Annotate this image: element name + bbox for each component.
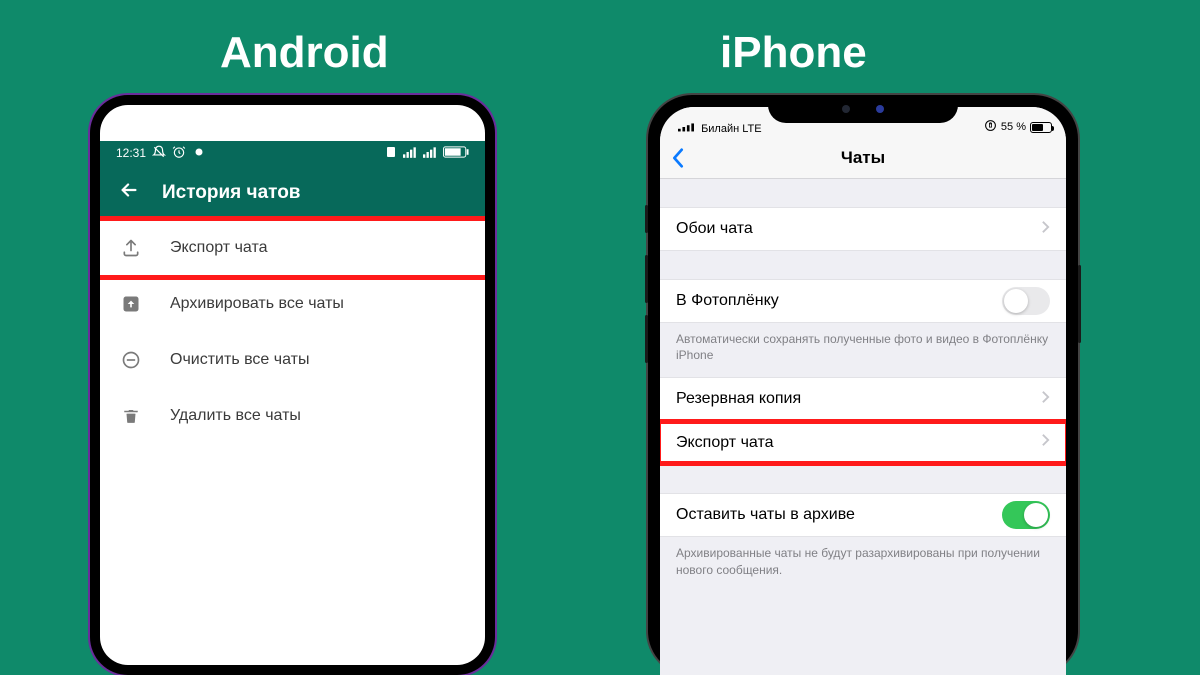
ios-nav-bar: Чаты [660,137,1066,179]
signal-2-icon [423,146,437,161]
alarm-icon [172,145,186,162]
sync-icon [192,145,206,162]
row-label: Экспорт чата [676,434,774,452]
android-header: История чатов [100,165,485,220]
item-clear-all[interactable]: Очистить все чаты [100,332,485,388]
upload-icon [120,237,142,259]
volume-up-button [645,255,648,303]
clear-icon [120,349,142,371]
android-screen: 12:31 [100,105,485,665]
archive-icon [120,293,142,315]
iphone-frame: Билайн LTE 55 % Чаты Обои чата [648,95,1078,675]
spacer [660,465,1066,493]
volume-down-button [645,315,648,363]
nav-title: Чаты [841,148,885,168]
iphone-notch [768,95,958,123]
item-label: Очистить все чаты [170,351,309,369]
row-label: Резервная копия [676,390,801,408]
signal-icon [403,146,417,161]
heading-iphone: iPhone [720,28,867,78]
item-label: Архивировать все чаты [170,295,344,313]
section-footer: Автоматически сохранять полученные фото … [660,323,1066,377]
row-backup[interactable]: Резервная копия [660,377,1066,421]
toggle-save-to-camera-roll[interactable] [1002,287,1050,315]
toggle-keep-archived[interactable] [1002,501,1050,529]
item-delete-all[interactable]: Удалить все чаты [100,388,485,444]
row-label: Оставить чаты в архиве [676,506,855,524]
spacer [660,179,1066,207]
row-save-to-camera-roll[interactable]: В Фотоплёнку [660,279,1066,323]
status-time: 12:31 [116,146,146,160]
dnd-icon [152,145,166,162]
item-label: Экспорт чата [170,239,268,257]
mute-switch [645,205,648,233]
battery-icon [443,146,469,161]
iphone-screen: Билайн LTE 55 % Чаты Обои чата [660,107,1066,675]
item-export-chat[interactable]: Экспорт чата [100,220,485,276]
carrier-label: Билайн LTE [701,123,762,135]
row-label: Обои чата [676,220,753,238]
row-label: В Фотоплёнку [676,292,779,310]
chevron-right-icon [1041,433,1050,452]
battery-percent: 55 % [1001,121,1026,133]
row-keep-chats-archived[interactable]: Оставить чаты в архиве [660,493,1066,537]
back-icon[interactable] [118,179,140,206]
chevron-right-icon [1041,220,1050,239]
android-status-bar: 12:31 [100,141,485,165]
battery-icon [1030,122,1052,133]
heading-android: Android [220,28,389,78]
item-label: Удалить все чаты [170,407,301,425]
android-list: Экспорт чата Архивировать все чаты Очист… [100,220,485,444]
trash-icon [120,405,142,427]
android-phone-frame: 12:31 [90,95,495,675]
item-archive-all[interactable]: Архивировать все чаты [100,276,485,332]
back-button[interactable] [670,147,686,174]
chevron-right-icon [1041,390,1050,409]
spacer [660,251,1066,279]
sim-icon [385,146,397,161]
orientation-lock-icon [984,119,997,135]
row-export-chat[interactable]: Экспорт чата [660,421,1066,465]
page-title: История чатов [162,182,300,204]
section-footer: Архивированные чаты не будут разархивиро… [660,537,1066,591]
row-chat-wallpaper[interactable]: Обои чата [660,207,1066,251]
power-button [1078,265,1081,343]
signal-dots-icon [678,123,697,135]
